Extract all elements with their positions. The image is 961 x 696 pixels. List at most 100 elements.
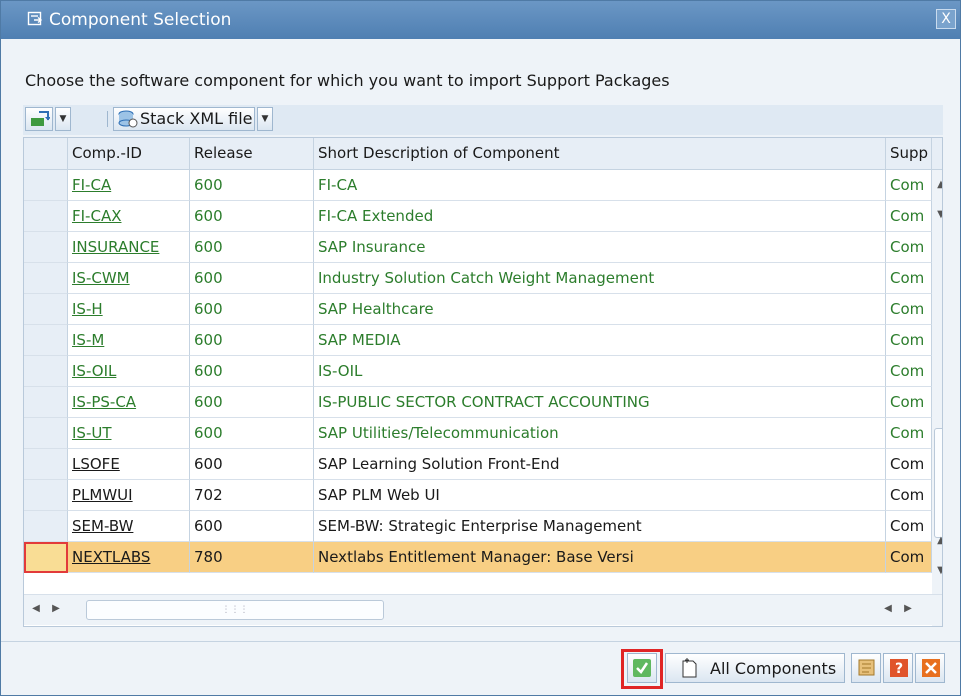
- footer-divider: [1, 641, 960, 642]
- import-button[interactable]: [25, 107, 53, 131]
- cell-comp-id[interactable]: IS-CWM: [68, 263, 190, 294]
- cell-support: Com: [886, 480, 932, 511]
- ok-button[interactable]: [627, 653, 657, 683]
- cell-description: SAP MEDIA: [314, 325, 886, 356]
- cell-comp-id[interactable]: IS-H: [68, 294, 190, 325]
- vertical-scrollbar[interactable]: ▲ ▼ ▲ ▼: [932, 170, 942, 626]
- table-row[interactable]: SEM-BW 600 SEM-BW: Strategic Enterprise Ma…: [24, 511, 932, 542]
- table-row[interactable]: IS-OIL 600 IS-OIL Com: [24, 356, 932, 387]
- title-bar: Component Selection X: [1, 1, 960, 39]
- column-header-release[interactable]: Release: [190, 138, 314, 170]
- scroll-right-arrow-icon[interactable]: ▶: [48, 599, 64, 619]
- dialog-icon: [27, 11, 43, 27]
- cancel-icon: [921, 658, 941, 682]
- table-row[interactable]: IS-H 600 SAP Healthcare Com: [24, 294, 932, 325]
- row-select-cell[interactable]: [24, 511, 68, 542]
- close-icon[interactable]: X: [936, 9, 956, 29]
- cell-comp-id[interactable]: FI-CAX: [68, 201, 190, 232]
- cell-release: 600: [190, 418, 314, 449]
- cell-support: Com: [886, 511, 932, 542]
- stack-xml-dropdown-button[interactable]: ▼: [257, 107, 273, 131]
- table-row[interactable]: IS-CWM 600 Industry Solution Catch Weight …: [24, 263, 932, 294]
- horizontal-scrollbar[interactable]: ◀ ▶ ⋮⋮⋮ ◀ ▶: [24, 594, 942, 625]
- row-select-cell[interactable]: [24, 542, 68, 573]
- cell-comp-id[interactable]: FI-CA: [68, 170, 190, 201]
- cell-description: IS-OIL: [314, 356, 886, 387]
- all-components-button[interactable]: All Components: [665, 653, 845, 683]
- cell-support: Com: [886, 387, 932, 418]
- column-header-support[interactable]: Supp: [886, 138, 932, 170]
- cell-release: 600: [190, 170, 314, 201]
- cell-description: SAP PLM Web UI: [314, 480, 886, 511]
- scroll-down-arrow-icon[interactable]: ▼: [933, 204, 942, 226]
- table-toolbar: ▼ Stack XML file ▼: [23, 105, 943, 135]
- scroll-button[interactable]: [851, 653, 881, 683]
- table-row[interactable]: NEXTLABS 780 Nextlabs Entitlement Manager:…: [24, 542, 932, 573]
- scroll-left-arrow-icon[interactable]: ◀: [28, 599, 44, 619]
- row-select-cell[interactable]: [24, 480, 68, 511]
- table-row[interactable]: IS-UT 600 SAP Utilities/Telecommunication C…: [24, 418, 932, 449]
- row-select-cell[interactable]: [24, 418, 68, 449]
- scroll-up-arrow-icon[interactable]: ▲: [933, 530, 942, 552]
- row-select-cell[interactable]: [24, 263, 68, 294]
- cell-support: Com: [886, 170, 932, 201]
- scroll-right-arrow-icon[interactable]: ▶: [900, 599, 916, 619]
- table-row[interactable]: INSURANCE 600 SAP Insurance Com: [24, 232, 932, 263]
- stack-xml-icon: [118, 110, 138, 132]
- vertical-scroll-thumb[interactable]: [934, 428, 942, 538]
- row-select-cell[interactable]: [24, 387, 68, 418]
- cell-comp-id[interactable]: PLMWUI: [68, 480, 190, 511]
- row-select-cell[interactable]: [24, 356, 68, 387]
- cell-release: 600: [190, 232, 314, 263]
- table-row[interactable]: IS-PS-CA 600 IS-PUBLIC SECTOR CONTRACT ACC…: [24, 387, 932, 418]
- cell-comp-id[interactable]: INSURANCE: [68, 232, 190, 263]
- cell-release: 600: [190, 511, 314, 542]
- cell-comp-id[interactable]: IS-PS-CA: [68, 387, 190, 418]
- cell-support: Com: [886, 201, 932, 232]
- table-row[interactable]: FI-CA 600 FI-CA Com: [24, 170, 932, 201]
- row-select-cell[interactable]: [24, 449, 68, 480]
- cell-release: 600: [190, 449, 314, 480]
- cell-description: SEM-BW: Strategic Enterprise Management: [314, 511, 886, 542]
- row-select-cell[interactable]: [24, 170, 68, 201]
- cell-description: FI-CA Extended: [314, 201, 886, 232]
- table-row[interactable]: LSOFE 600 SAP Learning Solution Front-End C…: [24, 449, 932, 480]
- select-column-header[interactable]: [24, 138, 68, 170]
- cell-support: Com: [886, 294, 932, 325]
- scroll-left-arrow-icon[interactable]: ◀: [880, 599, 896, 619]
- checkmark-icon: [632, 658, 652, 682]
- column-header-description[interactable]: Short Description of Component: [314, 138, 886, 170]
- row-select-cell[interactable]: [24, 325, 68, 356]
- cancel-button[interactable]: [915, 653, 945, 683]
- cell-comp-id[interactable]: LSOFE: [68, 449, 190, 480]
- cell-support: Com: [886, 356, 932, 387]
- import-icon: [30, 111, 51, 131]
- row-select-cell[interactable]: [24, 201, 68, 232]
- scroll-up-arrow-icon[interactable]: ▲: [933, 174, 942, 196]
- cell-comp-id[interactable]: NEXTLABS: [68, 542, 190, 573]
- row-select-cell[interactable]: [24, 232, 68, 263]
- cell-comp-id[interactable]: SEM-BW: [68, 511, 190, 542]
- cell-comp-id[interactable]: IS-UT: [68, 418, 190, 449]
- cell-comp-id[interactable]: IS-OIL: [68, 356, 190, 387]
- cell-description: SAP Utilities/Telecommunication: [314, 418, 886, 449]
- cell-description: Industry Solution Catch Weight Managemen…: [314, 263, 886, 294]
- help-button[interactable]: ?: [883, 653, 913, 683]
- cell-support: Com: [886, 542, 932, 573]
- cell-comp-id[interactable]: IS-M: [68, 325, 190, 356]
- stack-xml-button[interactable]: Stack XML file: [113, 107, 255, 131]
- cell-description: FI-CA: [314, 170, 886, 201]
- cell-release: 600: [190, 263, 314, 294]
- cell-description: SAP Healthcare: [314, 294, 886, 325]
- column-header-comp-id[interactable]: Comp.-ID: [68, 138, 190, 170]
- all-components-label: All Components: [710, 659, 837, 678]
- component-table: Comp.-ID Release Short Description of Co…: [23, 137, 943, 627]
- cell-release: 600: [190, 325, 314, 356]
- import-dropdown-button[interactable]: ▼: [55, 107, 71, 131]
- table-row[interactable]: PLMWUI 702 SAP PLM Web UI Com: [24, 480, 932, 511]
- row-select-cell[interactable]: [24, 294, 68, 325]
- horizontal-scroll-thumb[interactable]: ⋮⋮⋮: [86, 600, 384, 620]
- table-row[interactable]: IS-M 600 SAP MEDIA Com: [24, 325, 932, 356]
- table-row[interactable]: FI-CAX 600 FI-CA Extended Com: [24, 201, 932, 232]
- scroll-down-arrow-icon[interactable]: ▼: [933, 560, 942, 582]
